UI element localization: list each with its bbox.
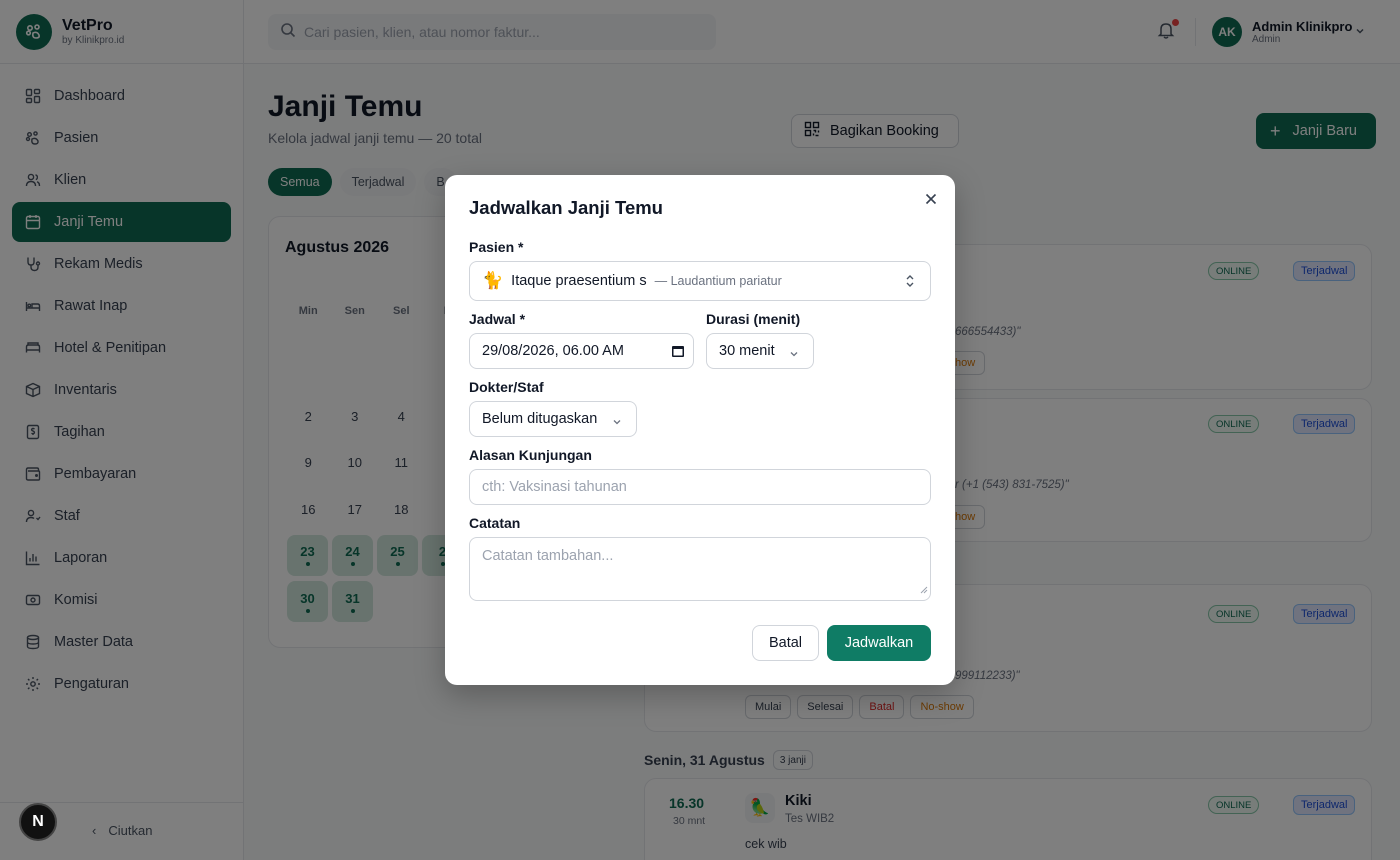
schedule-datetime-input[interactable]: 29/08/2026, 06.00 AM — [469, 333, 694, 369]
schedule-label: Jadwal * — [469, 311, 526, 327]
duration-select[interactable]: 30 menit — [706, 333, 814, 369]
patient-label: Pasien * — [469, 239, 524, 255]
reason-placeholder: cth: Vaksinasi tahunan — [482, 479, 627, 495]
patient-name: Itaque praesentium s — [511, 273, 647, 289]
reason-label: Alasan Kunjungan — [469, 447, 592, 463]
calendar-icon[interactable] — [671, 344, 685, 362]
duration-value: 30 menit — [719, 343, 775, 359]
chevron-updown-icon — [904, 274, 916, 292]
close-icon[interactable] — [923, 191, 939, 207]
cat-icon: 🐈 — [482, 271, 504, 290]
doctor-select[interactable]: Belum ditugaskan — [469, 401, 637, 437]
doctor-value: Belum ditugaskan — [482, 411, 598, 427]
schedule-submit-button[interactable]: Jadwalkan — [827, 625, 931, 661]
doctor-label: Dokter/Staf — [469, 379, 544, 395]
reason-input[interactable]: cth: Vaksinasi tahunan — [469, 469, 931, 505]
cancel-button[interactable]: Batal — [752, 625, 819, 661]
patient-select[interactable]: 🐈 Itaque praesentium s — Laudantium pari… — [469, 261, 931, 301]
notes-label: Catatan — [469, 515, 521, 531]
resize-handle-icon[interactable] — [920, 582, 928, 598]
notes-textarea[interactable]: Catatan tambahan... — [469, 537, 931, 601]
chevron-down-icon — [612, 415, 622, 431]
chevron-down-icon — [789, 347, 799, 363]
notes-placeholder: Catatan tambahan... — [482, 548, 614, 564]
patient-owner: — Laudantium pariatur — [654, 274, 782, 288]
duration-label: Durasi (menit) — [706, 311, 801, 327]
schedule-appointment-modal: Jadwalkan Janji Temu Pasien * 🐈 Itaque p… — [445, 175, 955, 685]
modal-title: Jadwalkan Janji Temu — [469, 197, 663, 218]
schedule-value: 29/08/2026, 06.00 AM — [482, 343, 624, 359]
next-dev-badge[interactable]: N — [19, 803, 57, 841]
